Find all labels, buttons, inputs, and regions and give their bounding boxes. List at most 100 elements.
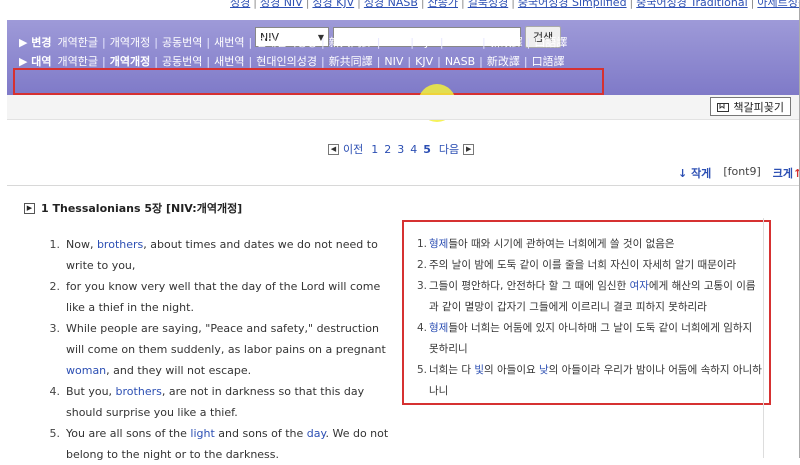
- version-change-head: ▶ 변경: [19, 36, 52, 49]
- verse-number: 1.: [49, 238, 61, 251]
- annotation-box-korean-verses: [402, 220, 771, 405]
- verse-number: 3.: [49, 322, 61, 335]
- version-link[interactable]: 공동번역: [162, 55, 202, 68]
- english-verse: 3. While people are saying, "Peace and sa…: [38, 318, 398, 381]
- bookmark-button-label: 책갈피꽂기: [733, 100, 784, 114]
- separator: |: [526, 36, 531, 49]
- next-link[interactable]: 다음: [439, 141, 459, 157]
- top-link[interactable]: 성경 KJV: [312, 0, 354, 9]
- expand-arrow-icon[interactable]: ▶: [24, 202, 35, 214]
- dictionary-link[interactable]: brothers: [97, 238, 143, 251]
- parallel-version-row: ▶ 대역 개역한글 | 개역개정 | 공동번역 | 새번역 | 현대인의성경 | 新共同譯 | NIV | K…: [19, 53, 565, 69]
- version-link[interactable]: 새번역: [214, 55, 244, 68]
- page-number-link[interactable]: 3: [397, 143, 404, 156]
- bookmark-button[interactable]: 책갈피꽂기: [710, 97, 791, 116]
- version-link[interactable]: 새번역: [214, 36, 244, 49]
- top-link[interactable]: 성경 NASB: [364, 0, 418, 9]
- verse-text: and sons of the: [214, 427, 307, 440]
- separator: |: [248, 55, 253, 68]
- separator: |: [102, 55, 106, 68]
- next-arrow-icon[interactable]: ▶: [463, 143, 475, 155]
- verse-number: 5.: [49, 427, 61, 440]
- version-link[interactable]: 新共同譯: [329, 55, 373, 68]
- version-link[interactable]: 현대인의성경: [256, 55, 317, 68]
- separator: |: [410, 36, 414, 49]
- separator: |: [154, 55, 158, 68]
- separator: |: [248, 36, 253, 49]
- page-number-link[interactable]: 5: [423, 143, 431, 156]
- divider: [7, 185, 799, 186]
- english-verse: 1. Now, brothers, about times and dates w…: [38, 234, 398, 276]
- font-smaller-button[interactable]: ↓ 작게: [678, 165, 711, 181]
- verse-text: , and they will not escape.: [106, 364, 252, 377]
- content-frame-border: [763, 218, 764, 458]
- prev-arrow-icon[interactable]: ◀: [328, 143, 339, 155]
- version-link[interactable]: 新改譯: [487, 55, 520, 68]
- verse-text: Now,: [66, 238, 97, 251]
- verse-number: 2.: [49, 280, 61, 293]
- version-link[interactable]: 개역한글: [58, 55, 98, 68]
- version-link[interactable]: NIV: [384, 55, 403, 68]
- annotation-box-parallel-row: [13, 68, 604, 95]
- page-number-link[interactable]: 1: [371, 143, 378, 156]
- page-number-link[interactable]: 4: [410, 143, 417, 156]
- separator: |: [481, 36, 486, 49]
- separator: |: [420, 0, 425, 9]
- version-link[interactable]: 口語譯: [534, 36, 567, 49]
- version-link[interactable]: 현대인의성경: [256, 36, 317, 49]
- separator: |: [154, 36, 158, 49]
- font-bigger-label: 크게: [772, 167, 794, 180]
- version-link[interactable]: 口語譯: [532, 55, 565, 68]
- separator: |: [750, 0, 755, 9]
- page-number-link[interactable]: 2: [384, 143, 391, 156]
- verse-text: for you know very well that the day of t…: [66, 280, 381, 314]
- dictionary-link[interactable]: light: [190, 427, 214, 440]
- separator: |: [320, 36, 325, 49]
- english-verse: 4. But you, brothers, are not in darkness…: [38, 381, 398, 423]
- separator: |: [206, 55, 211, 68]
- top-link[interactable]: 킬북성경: [468, 0, 508, 9]
- top-link[interactable]: 찬송가: [428, 0, 458, 9]
- english-verse: 2. for you know very well that the day of…: [38, 276, 398, 318]
- separator: |: [102, 36, 106, 49]
- prev-link[interactable]: 이전: [343, 141, 363, 157]
- version-link[interactable]: 新改譯: [490, 36, 523, 49]
- version-link[interactable]: 新共同譯: [329, 36, 373, 49]
- verse-number: 4.: [49, 385, 61, 398]
- version-link[interactable]: 개역개정: [110, 36, 150, 49]
- separator: |: [206, 36, 211, 49]
- version-link[interactable]: NASB: [448, 36, 478, 49]
- version-link[interactable]: NIV: [384, 36, 406, 49]
- version-link[interactable]: KJV: [418, 36, 436, 49]
- font-bigger-button[interactable]: 크게↑: [773, 165, 800, 181]
- version-change-row: ▶ 변경 개역한글 | 개역개정 | 공동번역 | 새번역 | 현대인의성경 | 新共同譯 | NIV | K…: [19, 34, 567, 50]
- chapter-title: ▶ 1 Thessalonians 5장 [NIV:개역개정]: [24, 200, 242, 216]
- verse-text: But you,: [66, 385, 116, 398]
- version-link[interactable]: NASB: [445, 55, 475, 68]
- separator: |: [461, 0, 465, 9]
- separator: |: [479, 55, 483, 68]
- down-arrow-icon: ↓: [678, 167, 688, 180]
- version-link[interactable]: KJV: [415, 55, 433, 68]
- bookmark-bar: 책갈피꽂기: [7, 95, 799, 120]
- separator: |: [376, 55, 381, 68]
- separator: |: [629, 0, 634, 9]
- top-link[interactable]: 성경 NIV: [260, 0, 303, 9]
- separator: |: [437, 55, 441, 68]
- top-link[interactable]: 아제르성경: [757, 0, 800, 9]
- separator: |: [320, 55, 325, 68]
- separator: |: [376, 36, 381, 49]
- top-link[interactable]: 중국어성경 Traditional: [636, 0, 747, 9]
- top-link[interactable]: 중국어성경 Simplified: [518, 0, 627, 9]
- version-link[interactable]: 공동번역: [162, 36, 202, 49]
- english-verse-list: 1. Now, brothers, about times and dates w…: [38, 234, 398, 465]
- top-link[interactable]: 성경: [230, 0, 250, 9]
- dictionary-link[interactable]: day: [307, 427, 326, 440]
- separator: |: [511, 0, 515, 9]
- chapter-title-text: 1 Thessalonians 5장 [NIV:개역개정]: [41, 202, 243, 215]
- dictionary-link[interactable]: brothers: [116, 385, 162, 398]
- version-link[interactable]: 개역한글: [58, 36, 98, 49]
- separator: |: [407, 55, 412, 68]
- dictionary-link[interactable]: woman: [66, 364, 106, 377]
- version-link[interactable]: 개역개정: [110, 55, 150, 68]
